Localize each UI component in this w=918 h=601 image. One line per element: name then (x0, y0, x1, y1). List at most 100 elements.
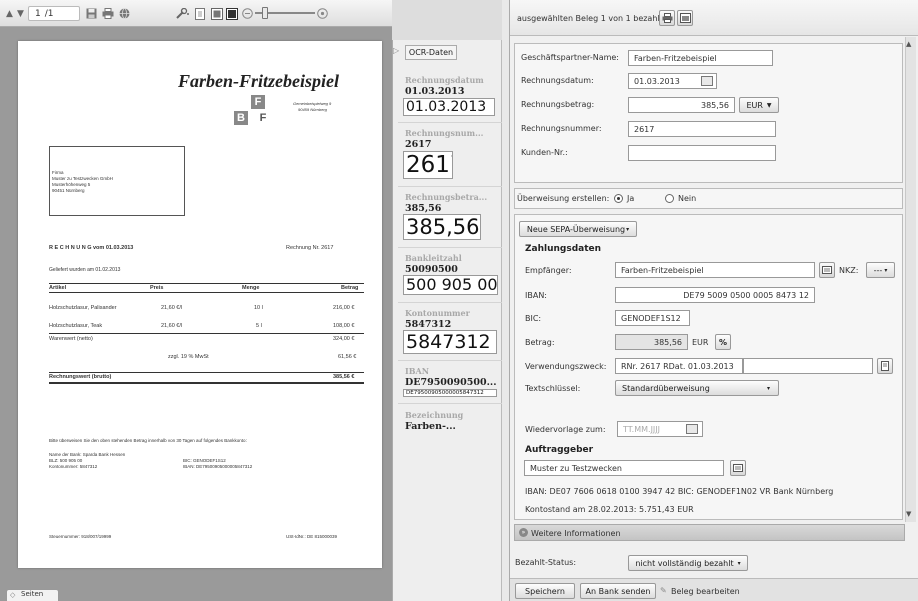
ocr-field-value[interactable]: DE7950090500... (405, 377, 497, 388)
radio-yes-label: Ja (627, 194, 635, 203)
percent-button[interactable]: % (715, 334, 731, 350)
purpose-input-line-2[interactable] (743, 358, 873, 374)
new-sepa-button[interactable]: Neue SEPA-Überweisung ▾ (519, 221, 637, 237)
recipient-line: 90451 Nürnberg (52, 188, 85, 193)
recipient-input[interactable]: Farben-Fritzebeispiel (615, 262, 815, 278)
partner-name-input[interactable]: Farben-Fritzebeispiel (628, 50, 773, 66)
text-key-value: Standardüberweisung (622, 383, 710, 393)
table-cell: 216,00 € (333, 305, 355, 311)
table-header: Artikel (49, 285, 67, 291)
scroll-down-icon[interactable]: ▼ (906, 510, 911, 518)
table-rule (49, 372, 364, 373)
pages-icon: ◇ (10, 591, 16, 599)
orderer-input[interactable]: Muster zu Testzwecken (524, 460, 724, 476)
currency-select[interactable]: EUR ▼ (739, 97, 779, 113)
ocr-field-value[interactable]: Farben-... (405, 421, 497, 432)
bank-bic: BIC: GENODEF1S12 (183, 458, 226, 463)
paid-status-select[interactable]: nicht vollständig bezahlt ▾ (628, 555, 748, 571)
tab-ocr-data[interactable]: OCR-Daten (405, 45, 457, 60)
bank-blz: BLZ: 500 905 00 (49, 458, 83, 463)
nkz-label: NKZ: (839, 266, 859, 275)
ocr-field-value[interactable]: 385,56 (405, 203, 497, 214)
ocr-field-value[interactable]: 5847312 (405, 319, 497, 330)
chevron-down-icon: ▾ (626, 225, 630, 233)
ocr-field-label: Rechnungsbetra... (405, 192, 488, 202)
bic-input[interactable]: GENODEF1S12 (615, 310, 690, 326)
form-scrollbar[interactable] (905, 37, 916, 522)
print-icon[interactable] (102, 7, 114, 20)
tax-number: Steuernummer: 918/007/19999 (49, 534, 112, 539)
chevron-down-icon: ▼ (766, 101, 772, 109)
radio-yes[interactable] (614, 194, 623, 203)
bank-name: Name der Bank: Sparda Bank Hessen (49, 452, 126, 457)
invoice-number-input[interactable]: 2617 (628, 121, 776, 137)
table-rule (49, 333, 364, 334)
orderer-balance: Kontostand am 28.02.2013: 5.751,43 EUR (525, 505, 694, 514)
table-rule (49, 382, 364, 384)
vat-id: USt-IdNr.: DE 815000039 (286, 534, 338, 539)
ocr-field-value[interactable]: 01.03.2013 (405, 86, 497, 97)
address-book-button[interactable] (819, 262, 835, 278)
net-value: 324,00 € (333, 336, 355, 342)
send-to-bank-button[interactable]: An Bank senden (580, 583, 656, 599)
table-cell: 108,00 € (333, 323, 355, 329)
edit-receipt-link[interactable]: Beleg bearbeiten (671, 587, 740, 596)
section-title-payment-data: Zahlungsdaten (525, 244, 602, 254)
gross-label: Rechnungswert (brutto) (49, 374, 112, 380)
calendar-icon[interactable] (701, 76, 713, 86)
zoom-out-icon[interactable] (242, 7, 253, 20)
save-button[interactable]: Speichern (515, 583, 575, 599)
gross-value: 385,56 € (333, 374, 355, 380)
chevron-down-icon: ▾ (766, 384, 770, 392)
iban-input[interactable]: DE79 5009 0500 0005 8473 12 (615, 287, 815, 303)
export-button[interactable] (677, 10, 693, 26)
invoice-amount-input[interactable]: 385,56 (628, 97, 735, 113)
logo-letter-b: B (234, 111, 248, 125)
divider (398, 247, 502, 248)
save-icon[interactable] (86, 7, 97, 20)
single-page-view-icon[interactable] (211, 7, 223, 20)
partner-label: Geschäftspartner-Name: (521, 53, 619, 62)
scroll-up-icon[interactable]: ▲ (906, 40, 911, 48)
ocr-field-value[interactable]: 50090500 (405, 264, 497, 275)
customer-number-input[interactable] (628, 145, 776, 161)
purpose-input-line-1[interactable]: RNr. 2617 RDat. 01.03.2013 (615, 358, 743, 374)
zoom-slider-handle[interactable] (262, 7, 268, 19)
collapse-arrow-icon[interactable]: ▷ (393, 46, 403, 58)
purpose-label: Verwendungszweck: (525, 362, 607, 371)
print-receipt-button[interactable] (659, 10, 675, 26)
logo-letter-f: F (251, 95, 265, 109)
tools-icon[interactable] (176, 7, 190, 20)
recipient-line: Firma (52, 170, 64, 175)
two-page-view-icon[interactable] (226, 7, 238, 20)
table-cell: 21,60 €/l (161, 305, 183, 311)
nkz-value: --- (873, 265, 883, 275)
calendar-icon[interactable] (686, 424, 698, 434)
orderer-account-button[interactable] (730, 460, 746, 476)
divider (398, 122, 502, 123)
paid-status-label: Bezahlt-Status: (515, 558, 577, 567)
globe-icon[interactable] (119, 7, 130, 20)
zoom-in-icon[interactable] (317, 7, 328, 20)
fit-page-icon[interactable] (195, 7, 205, 20)
page-down-icon[interactable]: ▼ (17, 7, 24, 20)
betrag-input[interactable]: 385,56 (615, 334, 688, 350)
page-number-field[interactable]: 1 /1 (28, 6, 80, 21)
recipient-line: Muster zu Testzwecken GmbH (52, 176, 113, 181)
table-header: Preis (150, 285, 164, 291)
key-label: Textschlüssel: (525, 384, 581, 393)
ocr-field-value[interactable]: 2617 (405, 139, 497, 150)
chevron-down-icon: ▾ (737, 559, 741, 567)
company-tagline-1: Gemeinbeispielweg 9 (293, 101, 332, 106)
table-cell: 5 l (256, 323, 262, 329)
send-to-bank-label: An Bank senden (585, 586, 651, 596)
text-key-select[interactable]: Standardüberweisung ▾ (615, 380, 779, 396)
invoice-title: R E C H N U N G vom 01.03.2013 (49, 245, 134, 251)
delivery-note: Geliefert wurden am 01.02.2013 (49, 267, 121, 273)
radio-no[interactable] (665, 194, 674, 203)
chevron-down-icon: ▾ (884, 266, 888, 274)
page-up-icon[interactable]: ▲ (6, 7, 13, 20)
tab-pages[interactable]: ◇ Seiten (6, 589, 59, 601)
purpose-template-button[interactable] (877, 358, 893, 374)
nkz-select[interactable]: --- ▾ (866, 262, 895, 278)
